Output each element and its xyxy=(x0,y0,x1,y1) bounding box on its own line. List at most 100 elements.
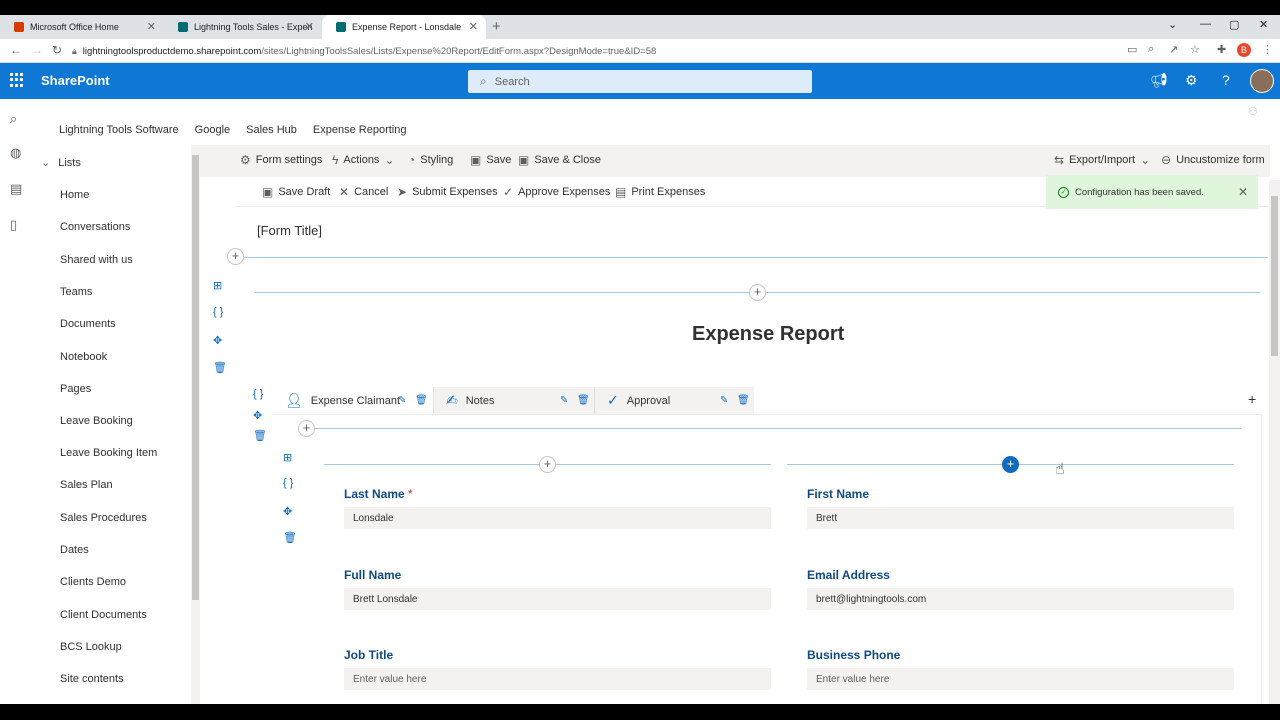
sidenav-item[interactable]: BCS Lookup xyxy=(60,641,122,653)
save-draft-button[interactable]: ▣ Save Draft xyxy=(262,185,330,199)
help-icon[interactable]: ? xyxy=(1222,72,1230,88)
search-input[interactable]: ⌕ Search xyxy=(468,70,812,93)
sidenav-item[interactable]: Documents xyxy=(60,318,116,330)
close-tab-icon[interactable]: ✕ xyxy=(305,20,314,33)
styling-button[interactable]: ◔ Styling xyxy=(408,153,453,167)
forward-icon[interactable]: → xyxy=(31,43,43,57)
sidenav-scrollbar[interactable] xyxy=(191,145,200,705)
page-icon[interactable]: ▭ xyxy=(1127,43,1137,56)
user-avatar[interactable] xyxy=(1250,69,1274,93)
profile-avatar[interactable]: B xyxy=(1237,43,1251,57)
print-expenses-button[interactable]: ▤ Print Expenses xyxy=(615,185,705,199)
braces-icon[interactable]: { } xyxy=(253,388,263,400)
delete-icon[interactable]: 🗑︎ xyxy=(253,429,267,442)
minimize-icon[interactable]: — xyxy=(1200,18,1211,30)
add-field-icon[interactable]: + xyxy=(1002,456,1019,473)
sidenav-item[interactable]: Sales Procedures xyxy=(60,512,147,524)
delete-icon[interactable]: 🗑︎ xyxy=(415,395,428,406)
news-icon[interactable]: ▤ xyxy=(10,181,22,197)
approve-expenses-button[interactable]: ✓ Approve Expenses xyxy=(503,185,610,199)
menu-icon[interactable]: ⋮ xyxy=(1262,43,1273,56)
star-icon[interactable]: ☆ xyxy=(1190,43,1200,56)
business-phone-field[interactable]: Enter value here xyxy=(807,668,1234,690)
braces-icon[interactable]: { } xyxy=(283,477,293,489)
reload-icon[interactable]: ↻ xyxy=(52,43,62,57)
address-bar[interactable]: 🔒︎ lightningtoolsproductdemo.sharepoint.… xyxy=(72,42,1112,60)
app-launcher-icon[interactable] xyxy=(10,73,24,87)
sidenav-item[interactable]: Teams xyxy=(60,286,92,298)
browser-tab[interactable]: Lightning Tools Sales - Expense Re ✕ xyxy=(164,15,322,39)
edit-icon[interactable]: ✎ xyxy=(720,395,728,406)
sidenav-item[interactable]: Shared with us xyxy=(60,254,133,266)
braces-icon[interactable]: { } xyxy=(213,306,223,318)
new-tab-icon[interactable]: + xyxy=(492,18,501,35)
sharepoint-brand[interactable]: SharePoint xyxy=(41,73,110,88)
sidenav-item[interactable]: Sales Plan xyxy=(60,479,113,491)
close-window-icon[interactable]: ✕ xyxy=(1259,18,1268,31)
add-row-icon[interactable]: + xyxy=(749,284,766,301)
hub-link[interactable]: Google xyxy=(195,124,230,136)
back-icon[interactable]: ← xyxy=(10,43,22,57)
tab-approval[interactable]: ✓ Approval ✎ 🗑︎ xyxy=(594,387,754,414)
uncustomize-form-button[interactable]: ⊖ Uncustomize form xyxy=(1161,153,1265,167)
sidenav-item[interactable]: Client Documents xyxy=(60,609,147,621)
move-icon[interactable]: ✥ xyxy=(283,505,292,518)
cancel-button[interactable]: ✕ Cancel xyxy=(339,185,388,199)
save-close-button[interactable]: ▣ Save & Close xyxy=(518,153,601,167)
form-title[interactable]: [Form Title] xyxy=(257,223,322,238)
delete-icon[interactable]: 🗑︎ xyxy=(213,361,227,374)
tab-search-icon[interactable]: ⌄ xyxy=(1168,18,1177,31)
browser-tab-active[interactable]: Expense Report - Lonsdale ✕ xyxy=(322,15,486,39)
add-section-icon[interactable]: + xyxy=(298,420,315,437)
hub-link[interactable]: Lightning Tools Software xyxy=(59,124,179,136)
edit-icon[interactable]: ✎ xyxy=(560,395,568,406)
close-tab-icon[interactable]: ✕ xyxy=(147,20,156,33)
sidenav-item[interactable]: Pages xyxy=(60,383,91,395)
gear-icon[interactable]: ⚙ xyxy=(1185,72,1198,89)
zoom-icon[interactable]: ⌕ xyxy=(1148,43,1154,56)
browser-tab[interactable]: Microsoft Office Home ✕ xyxy=(0,15,164,39)
hub-link[interactable]: Expense Reporting xyxy=(313,124,407,136)
scrollbar-thumb[interactable] xyxy=(1271,196,1278,356)
layout-icon[interactable]: ⊞ xyxy=(283,451,292,464)
tab-expense-claimant[interactable]: 👤︎ Expense Claimant ✎ 🗑︎ xyxy=(273,387,433,414)
hub-link[interactable]: Sales Hub xyxy=(246,124,297,136)
scrollbar-thumb[interactable] xyxy=(192,155,199,600)
sidenav-heading[interactable]: ⌄ Lists xyxy=(41,156,81,169)
job-title-field[interactable]: Enter value here xyxy=(344,668,771,690)
share-icon[interactable]: ↗ xyxy=(1169,43,1178,56)
move-icon[interactable]: ✥ xyxy=(213,334,222,347)
delete-icon[interactable]: 🗑︎ xyxy=(737,395,750,406)
sidenav-item[interactable]: Dates xyxy=(60,544,89,556)
add-section-icon[interactable]: + xyxy=(227,248,244,265)
share-site-icon[interactable]: ⚇ xyxy=(1248,105,1258,118)
add-field-icon[interactable]: + xyxy=(539,456,556,473)
globe-icon[interactable]: ◍ xyxy=(10,145,21,161)
sidenav-item[interactable]: Site contents xyxy=(60,673,124,685)
move-icon[interactable]: ✥ xyxy=(253,409,262,422)
delete-icon[interactable]: 🗑︎ xyxy=(283,531,297,544)
sidenav-item[interactable]: Clients Demo xyxy=(60,576,126,588)
layout-icon[interactable]: ⊞ xyxy=(213,279,222,292)
sidenav-item[interactable]: Notebook xyxy=(60,351,107,363)
full-name-field[interactable]: Brett Lonsdale xyxy=(344,588,771,610)
first-name-field[interactable]: Brett xyxy=(807,507,1234,529)
save-button[interactable]: ▣ Save xyxy=(470,153,511,167)
email-field[interactable]: brett@lightningtools.com xyxy=(807,588,1234,610)
maximize-icon[interactable]: ▢ xyxy=(1229,18,1239,31)
sidenav-item[interactable]: Home xyxy=(60,189,89,201)
sidenav-item[interactable]: Leave Booking xyxy=(60,415,133,427)
delete-icon[interactable]: 🗑︎ xyxy=(577,395,590,406)
close-tab-icon[interactable]: ✕ xyxy=(469,20,478,33)
add-tab-icon[interactable]: + xyxy=(1248,391,1256,407)
page-scrollbar[interactable] xyxy=(1269,180,1280,704)
close-icon[interactable]: ✕ xyxy=(1238,185,1248,199)
actions-button[interactable]: ϟ Actions ⌄ xyxy=(332,153,395,167)
sidenav-item[interactable]: Conversations xyxy=(60,221,130,233)
search-sites-icon[interactable]: ⌕ xyxy=(10,111,17,127)
megaphone-icon[interactable]: 📢︎ xyxy=(1150,72,1168,89)
file-icon[interactable]: ▯ xyxy=(10,217,17,233)
sidenav-item[interactable]: Leave Booking Item xyxy=(60,447,157,459)
form-settings-button[interactable]: ⚙ Form settings xyxy=(240,153,322,167)
submit-expenses-button[interactable]: ➤ Submit Expenses xyxy=(397,185,498,199)
